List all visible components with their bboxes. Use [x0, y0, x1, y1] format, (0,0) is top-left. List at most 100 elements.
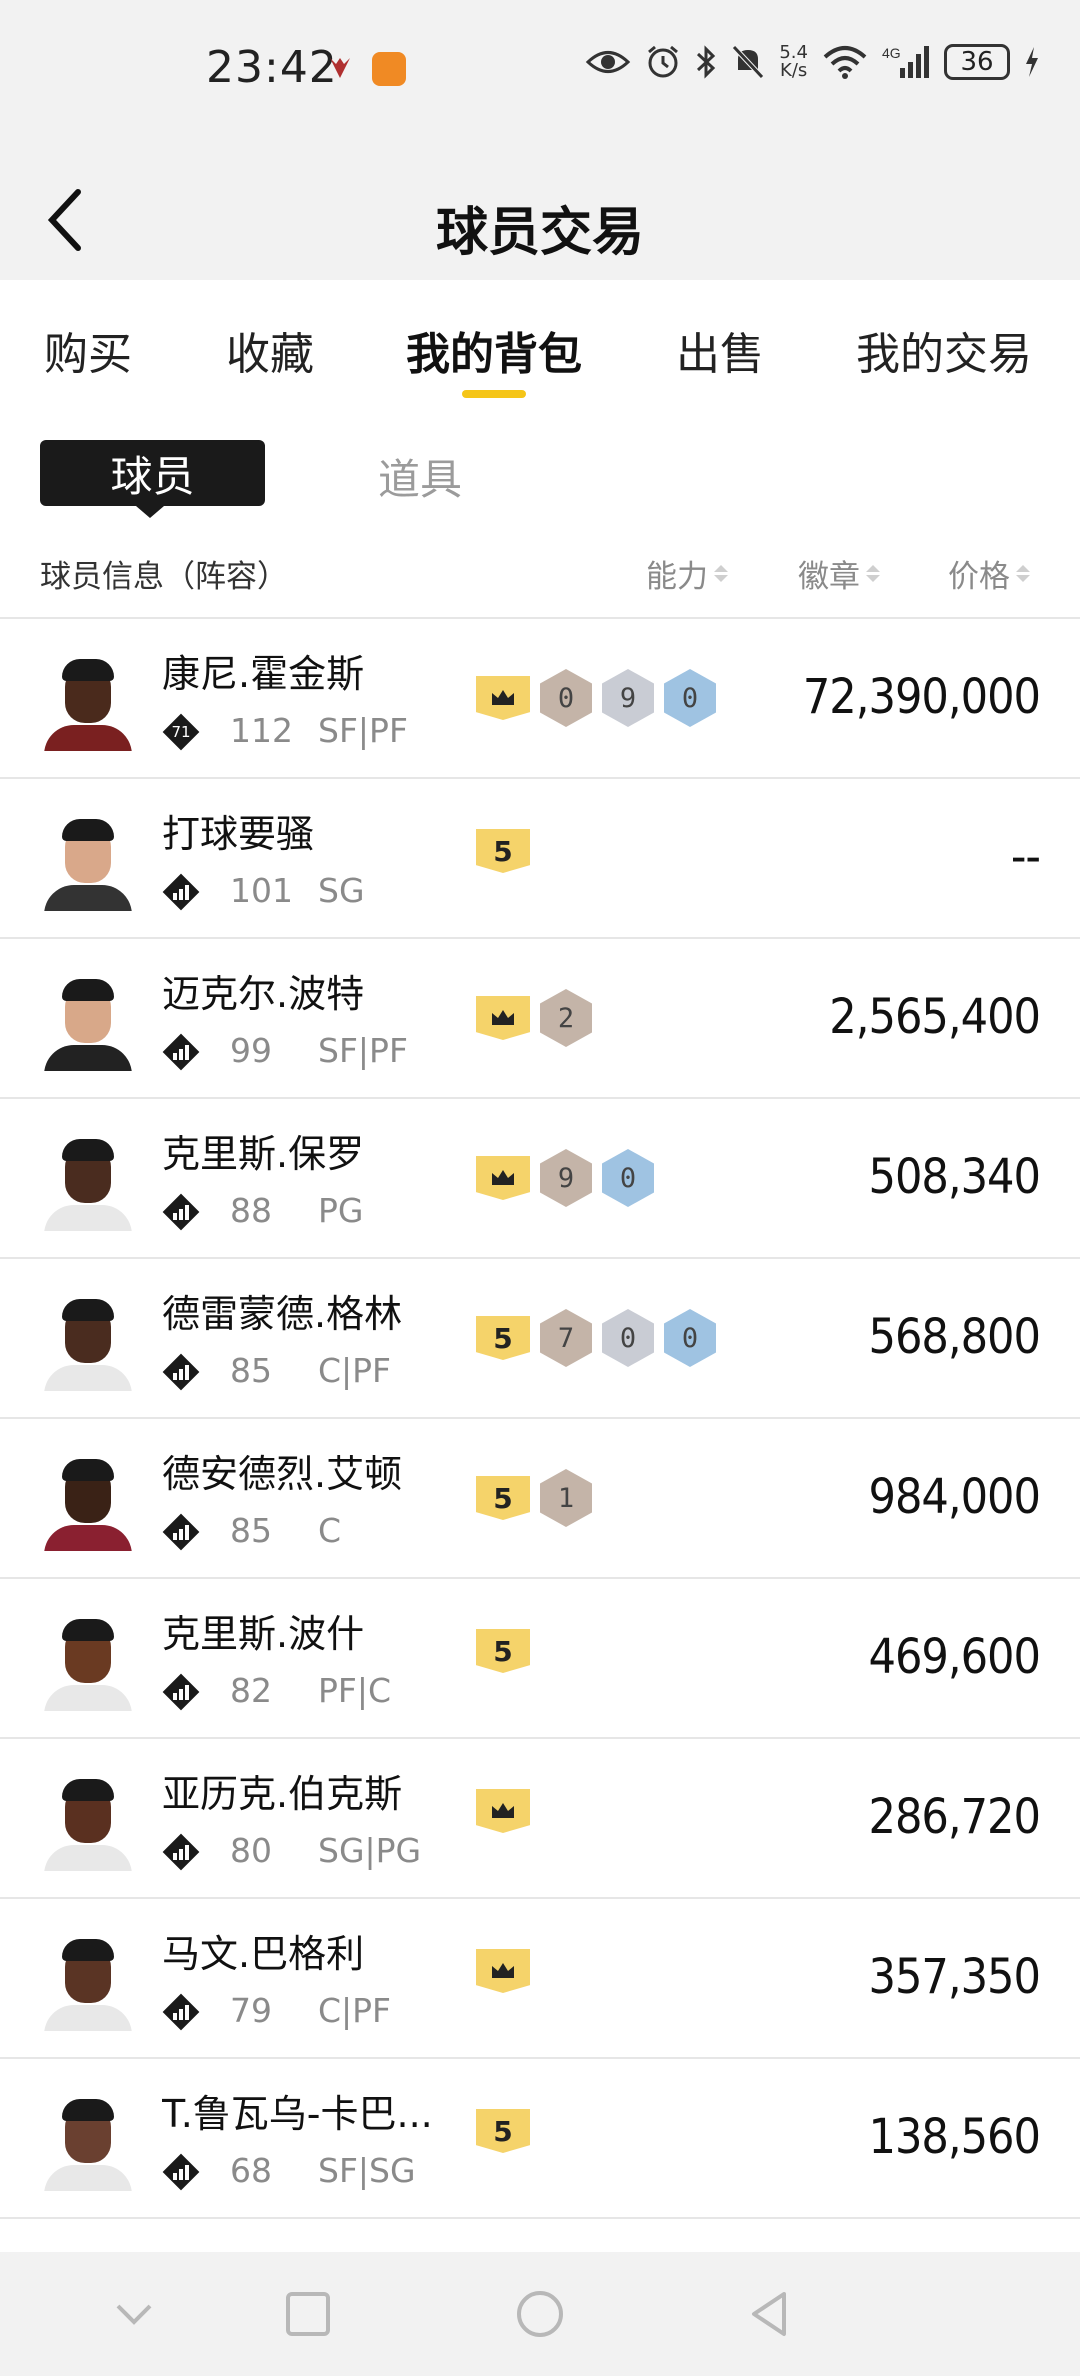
column-player-info: 球员信息（阵容）: [40, 559, 288, 595]
badge-group: 90: [476, 1149, 654, 1207]
tab-my-bag[interactable]: 我的背包: [406, 318, 582, 382]
alarm-icon: [648, 45, 679, 78]
player-name: 德雷蒙德.格林: [162, 1292, 403, 1336]
crown-icon: [492, 1803, 514, 1818]
tier-number: 71: [171, 723, 191, 741]
player-position: PF|C: [318, 1671, 392, 1710]
player-position: SF|SG: [318, 2151, 416, 2190]
player-rating: 79: [230, 1991, 272, 2030]
player-avatar: [40, 1615, 136, 1711]
player-row[interactable]: 德雷蒙德.格林 85 C|PF 5 7 0 0 568,800: [0, 1259, 1080, 1419]
player-name: 迈克尔.波特: [162, 972, 365, 1016]
tier-diamond-icon: [162, 2153, 200, 2191]
player-avatar: [40, 1935, 136, 2031]
tier-diamond-icon: [162, 1193, 200, 1231]
tab-my-trades[interactable]: 我的交易: [856, 318, 1032, 382]
crown-icon: [492, 1963, 514, 1978]
badge-group: 090: [476, 669, 716, 727]
player-position: C|PF: [318, 1991, 392, 2030]
main-tabs: 购买 收藏 我的背包 出售 我的交易: [0, 280, 1080, 410]
level-tag: 5: [476, 1476, 530, 1520]
tier-diamond-icon: 71: [162, 713, 200, 751]
player-position: C: [318, 1511, 342, 1550]
badge-hex-bronze: 2: [540, 989, 592, 1047]
player-row[interactable]: 亚历克.伯克斯 80 SG|PG 286,720: [0, 1739, 1080, 1899]
signal-icon: 4G: [882, 45, 929, 78]
page-title: 球员交易: [435, 203, 644, 263]
player-row[interactable]: 迈克尔.波特 99 SF|PF 2 2,565,400: [0, 939, 1080, 1099]
home-button[interactable]: [510, 2284, 570, 2344]
player-price: 508,340: [868, 1149, 1041, 1205]
sort-badge[interactable]: 徽章: [798, 551, 880, 596]
crown-tag: [476, 1156, 530, 1200]
app-notification-icon-2: [372, 52, 406, 86]
subtab-players[interactable]: 球员: [40, 440, 265, 506]
tier-diamond-icon: [162, 1033, 200, 1071]
badge-group: 51: [476, 1469, 592, 1527]
sort-ability[interactable]: 能力: [646, 551, 728, 596]
player-price: 138,560: [868, 2109, 1041, 2165]
player-position: PG: [318, 1191, 364, 1230]
bluetooth-icon: [697, 45, 716, 79]
crown-tag: [476, 1789, 530, 1833]
player-name: 马文.巴格利: [162, 1932, 365, 1976]
badge-hex-silver: 0: [602, 1309, 654, 1367]
player-avatar: [40, 2095, 136, 2191]
player-name: 克里斯.波什: [162, 1612, 365, 1656]
player-row[interactable]: 克里斯.保罗 88 PG 9 0 508,340: [0, 1099, 1080, 1259]
player-row[interactable]: 克里斯.波什 82 PF|C 5 469,600: [0, 1579, 1080, 1739]
badge-group: [476, 1949, 530, 1993]
back-nav-button[interactable]: [740, 2284, 800, 2344]
level-tag: 5: [476, 1629, 530, 1673]
column-header: 球员信息（阵容） 能力 徽章 价格: [0, 545, 1080, 615]
player-price: 72,390,000: [802, 669, 1041, 725]
tier-diamond-icon: [162, 1353, 200, 1391]
eye-icon: [586, 51, 631, 73]
badge-hex-gold: 0: [602, 1149, 654, 1207]
tier-diamond-icon: [162, 873, 200, 911]
player-rating: 68: [230, 2151, 272, 2190]
level-tag: 5: [476, 2109, 530, 2153]
crown-tag: [476, 1949, 530, 1993]
badge-group: 2: [476, 989, 592, 1047]
badge-hex-bronze: 0: [540, 669, 592, 727]
player-name: 亚历克.伯克斯: [162, 1772, 403, 1816]
crown-tag: [476, 996, 530, 1040]
active-tab-indicator: [462, 390, 526, 398]
player-row[interactable]: 马文.巴格利 79 C|PF 357,350: [0, 1899, 1080, 2059]
chevron-down-icon[interactable]: [104, 2284, 164, 2344]
charging-icon: [1026, 47, 1038, 77]
player-row[interactable]: 打球要骚 101 SG 5 --: [0, 779, 1080, 939]
badge-hex-silver: 9: [602, 669, 654, 727]
app-notification-icon: [330, 58, 350, 78]
badge-hex-bronze: 1: [540, 1469, 592, 1527]
player-row[interactable]: T.鲁瓦乌-卡巴... 68 SF|SG 5 138,560: [0, 2059, 1080, 2219]
player-price: 286,720: [868, 1789, 1041, 1845]
recents-button[interactable]: [278, 2284, 338, 2344]
player-row[interactable]: 康尼.霍金斯 71 112 SF|PF 0 9 0 72,390,000: [0, 619, 1080, 779]
player-avatar: [40, 655, 136, 751]
tab-favorites[interactable]: 收藏: [226, 318, 314, 382]
badge-hex-gold: 0: [664, 1309, 716, 1367]
player-name: 德安德烈.艾顿: [162, 1452, 403, 1496]
tab-buy[interactable]: 购买: [44, 318, 132, 382]
player-price: 568,800: [868, 1309, 1041, 1365]
player-price: 469,600: [868, 1629, 1041, 1685]
subtab-items[interactable]: 道具: [378, 446, 462, 507]
battery-icon: 36: [944, 44, 1010, 80]
sort-arrows-icon: [866, 565, 880, 582]
tab-sell[interactable]: 出售: [676, 318, 764, 382]
crown-icon: [492, 690, 514, 705]
mute-icon: [732, 45, 765, 79]
sort-price[interactable]: 价格: [948, 551, 1030, 596]
net-speed: 5.4 K/s: [779, 42, 808, 81]
player-rating: 99: [230, 1031, 272, 1070]
badge-group: [476, 1789, 530, 1833]
tier-diamond-icon: [162, 1833, 200, 1871]
player-name: 克里斯.保罗: [162, 1132, 365, 1176]
svg-text:4G: 4G: [882, 45, 901, 61]
player-rating: 101: [230, 871, 293, 910]
player-rating: 85: [230, 1511, 272, 1550]
player-row[interactable]: 德安德烈.艾顿 85 C 5 1 984,000: [0, 1419, 1080, 1579]
sort-arrows-icon: [714, 565, 728, 582]
